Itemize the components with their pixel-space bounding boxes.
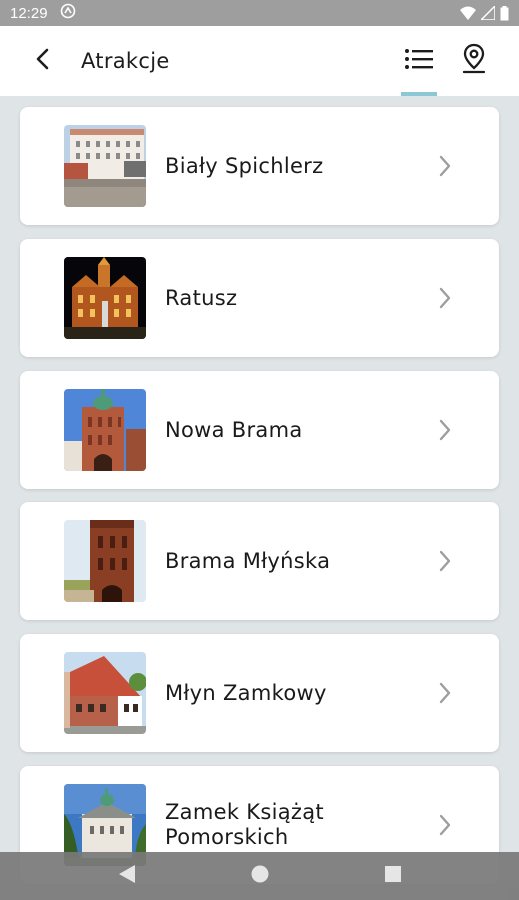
- chevron-right-icon: [439, 419, 451, 441]
- tab-list-view[interactable]: [401, 26, 437, 96]
- app-bar: Atrakcje: [0, 26, 519, 96]
- attractions-list[interactable]: Biały Spichlerz Ratusz Nowa Brama Brama …: [0, 96, 519, 900]
- attraction-card[interactable]: Nowa Brama: [20, 371, 499, 489]
- chevron-right-icon: [439, 155, 451, 177]
- chevron-right-icon: [439, 682, 451, 704]
- circle-home-icon: [250, 864, 270, 888]
- system-navigation-bar: [0, 852, 519, 900]
- attraction-card[interactable]: Młyn Zamkowy: [20, 634, 499, 752]
- attraction-photo: [64, 125, 146, 207]
- chevron-right-icon: [439, 287, 451, 309]
- chevron-right-icon: [439, 550, 451, 572]
- nav-recents-button[interactable]: [373, 856, 413, 896]
- attraction-name: Brama Młyńska: [165, 548, 331, 573]
- square-recents-icon: [384, 865, 402, 887]
- list-icon: [404, 48, 434, 74]
- page-title: Atrakcje: [81, 49, 170, 73]
- attraction-name: Młyn Zamkowy: [165, 680, 327, 705]
- wifi-icon: [460, 6, 476, 20]
- attraction-photo: [64, 652, 146, 734]
- attraction-card[interactable]: Ratusz: [20, 239, 499, 357]
- triangle-back-icon: [118, 864, 136, 888]
- signal-icon: [481, 6, 495, 20]
- nav-back-button[interactable]: [107, 856, 147, 896]
- attraction-photo: [64, 520, 146, 602]
- attraction-photo: [64, 389, 146, 471]
- back-button[interactable]: [28, 46, 58, 76]
- attraction-name: Nowa Brama: [165, 417, 303, 442]
- status-bar: 12:29: [0, 0, 519, 26]
- back-arrow-icon: [35, 47, 51, 75]
- attraction-name: Biały Spichlerz: [165, 153, 324, 178]
- attraction-name: Zamek Książąt Pomorskich: [165, 800, 324, 849]
- map-pin-icon: [461, 43, 487, 79]
- nav-home-button[interactable]: [240, 856, 280, 896]
- attraction-photo: [64, 257, 146, 339]
- status-time: 12:29: [10, 4, 48, 22]
- attraction-card[interactable]: Brama Młyńska: [20, 502, 499, 620]
- attraction-card[interactable]: Biały Spichlerz: [20, 107, 499, 225]
- sync-icon: [60, 3, 76, 23]
- attraction-name: Ratusz: [165, 285, 238, 310]
- chevron-right-icon: [439, 814, 451, 836]
- tab-map-view[interactable]: [456, 26, 492, 96]
- battery-icon: [500, 5, 509, 21]
